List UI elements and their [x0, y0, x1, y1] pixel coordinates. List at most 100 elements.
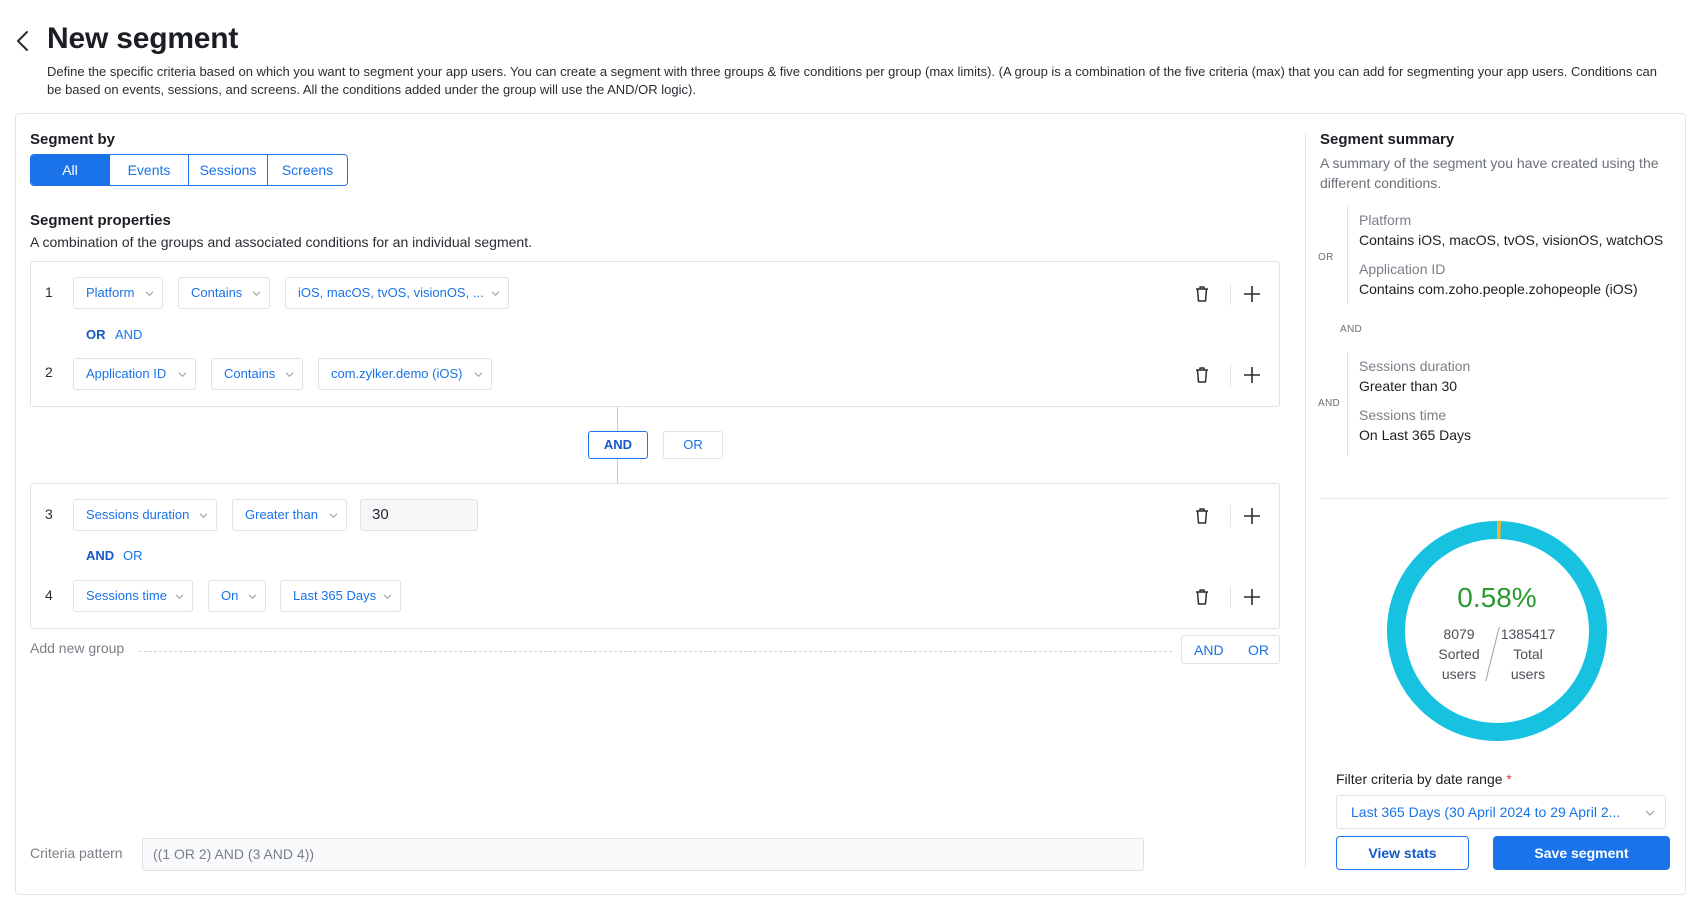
segment-by-tabs: All Events Sessions Screens	[30, 154, 348, 186]
value-dropdown[interactable]: Last 365 Days	[280, 580, 401, 612]
summary-item-value: On Last 365 Days	[1359, 427, 1472, 443]
summary-item-head: Application ID	[1359, 261, 1446, 277]
operator-dropdown[interactable]: Contains	[211, 358, 303, 390]
chevron-down-icon	[383, 594, 392, 600]
summary-group-1-line	[1347, 206, 1348, 304]
summary-group-2-line	[1347, 352, 1348, 456]
date-range-filter-label-text: Filter criteria by date range	[1336, 771, 1503, 787]
group-connector-or[interactable]: OR	[663, 431, 723, 459]
property-dropdown[interactable]: Application ID	[73, 358, 196, 390]
property-dropdown-value: Application ID	[86, 366, 167, 381]
chevron-down-icon	[178, 372, 187, 378]
tab-all[interactable]: All	[31, 155, 110, 185]
tab-events[interactable]: Events	[110, 155, 189, 185]
criteria-pattern-input[interactable]: ((1 OR 2) AND (3 AND 4))	[142, 838, 1144, 871]
sorted-users-label-1: Sorted	[1438, 646, 1480, 662]
date-range-value: Last 365 Days (30 April 2024 to 29 April…	[1351, 804, 1621, 820]
date-range-dropdown[interactable]: Last 365 Days (30 April 2024 to 29 April…	[1336, 795, 1666, 829]
value-input[interactable]: 30	[360, 499, 478, 531]
sorted-users-label-2: users	[1441, 666, 1477, 682]
summary-divider	[1320, 498, 1669, 499]
chevron-down-icon	[491, 291, 500, 297]
operator-dropdown-value: Contains	[191, 285, 243, 300]
summary-item-head: Sessions duration	[1359, 358, 1471, 374]
value-dropdown[interactable]: iOS, macOS, tvOS, visionOS, ...	[285, 277, 509, 309]
summary-group-2-logic: AND	[1318, 398, 1341, 409]
logic-or-selected[interactable]: OR	[86, 327, 106, 342]
required-mark: *	[1506, 771, 1512, 787]
trash-icon[interactable]	[1191, 283, 1213, 305]
sorted-users-stat: 8079 Sorted users	[1424, 624, 1494, 684]
segment-by-label: Segment by	[30, 131, 116, 148]
page-header: New segment Define the specific criteria…	[0, 0, 1700, 110]
action-divider	[1230, 283, 1231, 305]
add-new-group-label: Add new group	[30, 640, 125, 656]
view-stats-button[interactable]: View stats	[1336, 836, 1469, 870]
summary-item-value: Contains iOS, macOS, tvOS, visionOS, wat…	[1359, 232, 1664, 248]
plus-icon[interactable]	[1241, 586, 1263, 608]
condition-number: 3	[45, 506, 53, 522]
summary-item-value: Greater than 30	[1359, 378, 1458, 394]
operator-dropdown-value: On	[221, 588, 239, 603]
date-range-filter-label: Filter criteria by date range *	[1336, 771, 1512, 787]
total-users-count: 1385417	[1500, 626, 1556, 642]
plus-icon[interactable]	[1241, 364, 1263, 386]
criteria-pattern-label: Criteria pattern	[30, 845, 123, 861]
value-dropdown[interactable]: com.zylker.demo (iOS)	[318, 358, 492, 390]
value-dropdown-value: iOS, macOS, tvOS, visionOS, ...	[298, 285, 484, 300]
condition-number: 1	[45, 284, 53, 300]
property-dropdown-value: Platform	[86, 285, 135, 300]
segment-summary-title: Segment summary	[1320, 131, 1455, 148]
segment-properties-label: Segment properties	[30, 212, 171, 229]
total-users-stat: 1385417 Total users	[1493, 624, 1563, 684]
trash-icon[interactable]	[1191, 505, 1213, 527]
action-divider	[1230, 586, 1231, 608]
add-group-dotted-line	[139, 651, 1172, 652]
chevron-down-icon	[252, 291, 261, 297]
operator-dropdown[interactable]: Contains	[178, 277, 270, 309]
trash-icon[interactable]	[1191, 364, 1213, 386]
chevron-down-icon	[248, 594, 257, 600]
operator-dropdown-value: Contains	[224, 366, 276, 381]
operator-dropdown[interactable]: Greater than	[232, 499, 347, 531]
group-connector-and[interactable]: AND	[588, 431, 648, 459]
summary-item-head: Sessions time	[1359, 407, 1447, 423]
total-users-label-1: Total	[1513, 646, 1543, 662]
chevron-down-icon	[175, 594, 184, 600]
logic-or-option[interactable]: OR	[123, 548, 143, 563]
logic-and-option[interactable]: AND	[115, 327, 142, 342]
summary-between-groups-logic: AND	[1340, 324, 1363, 335]
segment-summary-subtitle: A summary of the segment you have create…	[1320, 155, 1659, 191]
summary-item-head: Platform	[1359, 212, 1412, 228]
action-divider	[1230, 505, 1231, 527]
property-dropdown-value: Sessions time	[86, 588, 167, 603]
value-dropdown-value: Last 365 Days	[293, 588, 377, 603]
add-group-and-button[interactable]: AND	[1194, 642, 1224, 658]
back-arrow-icon[interactable]	[12, 28, 34, 54]
summary-panel-divider	[1305, 134, 1306, 868]
tab-sessions[interactable]: Sessions	[189, 155, 268, 185]
tab-screens[interactable]: Screens	[268, 155, 347, 185]
add-group-actions: AND OR	[1181, 635, 1280, 664]
logic-and-selected[interactable]: AND	[86, 548, 114, 563]
trash-icon[interactable]	[1191, 586, 1213, 608]
property-dropdown-value: Sessions duration	[86, 507, 190, 522]
condition-number: 4	[45, 587, 53, 603]
chevron-down-icon	[1645, 810, 1655, 816]
save-segment-button[interactable]: Save segment	[1493, 836, 1670, 870]
value-dropdown-value: com.zylker.demo (iOS)	[331, 366, 463, 381]
chevron-down-icon	[199, 513, 208, 519]
chevron-down-icon	[145, 291, 154, 297]
sorted-users-count: 8079	[1443, 626, 1475, 642]
condition-number: 2	[45, 364, 53, 380]
plus-icon[interactable]	[1241, 505, 1263, 527]
plus-icon[interactable]	[1241, 283, 1263, 305]
page-title: New segment	[47, 22, 239, 55]
property-dropdown[interactable]: Sessions duration	[73, 499, 217, 531]
chevron-down-icon	[285, 372, 294, 378]
property-dropdown[interactable]: Platform	[73, 277, 163, 309]
operator-dropdown[interactable]: On	[208, 580, 266, 612]
property-dropdown[interactable]: Sessions time	[73, 580, 193, 612]
add-group-or-button[interactable]: OR	[1248, 642, 1269, 658]
summary-item-value: Contains com.zoho.people.zohopeople (iOS…	[1359, 281, 1638, 297]
